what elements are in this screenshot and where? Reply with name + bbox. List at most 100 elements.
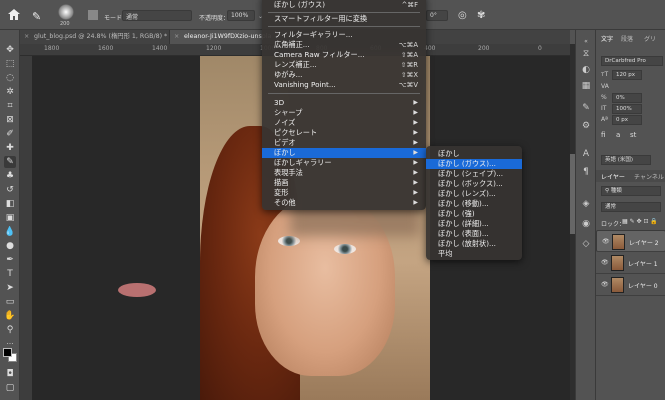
brush-settings-icon[interactable] [88, 10, 98, 20]
clone-stamp-tool-icon[interactable]: ♣ [4, 170, 16, 182]
tracking-field[interactable]: 0% [612, 93, 642, 103]
move-tool-icon[interactable]: ✥ [4, 44, 16, 56]
layer-filter-select[interactable]: ⚲ 種類 [601, 186, 661, 196]
submenu-item-gaussian-blur[interactable]: ぼかし (ガウス)... [426, 159, 522, 169]
eraser-tool-icon[interactable]: ◧ [4, 198, 16, 210]
lasso-tool-icon[interactable]: ◌ [4, 72, 16, 84]
submenu-item-radial-blur[interactable]: ぼかし (放射状)... [426, 239, 522, 249]
gradient-tool-icon[interactable]: ▣ [4, 212, 16, 224]
pen-tool-icon[interactable]: ✒ [4, 254, 16, 266]
menu-item-render[interactable]: 描画 ▶ [262, 178, 426, 188]
submenu-item-motion-blur[interactable]: ぼかし (移動)... [426, 199, 522, 209]
menu-item-sharpen[interactable]: シャープ ▶ [262, 108, 426, 118]
menu-item-liquify[interactable]: ゆがみ... ⇧⌘X [262, 70, 426, 80]
properties-icon[interactable]: ⚙ [580, 120, 592, 132]
tab-glyphs[interactable]: グリ [644, 34, 656, 43]
hand-tool-icon[interactable]: ✋ [4, 310, 16, 322]
tab-layers[interactable]: レイヤー [601, 172, 625, 181]
blend-mode-select[interactable]: 通常 [601, 202, 661, 212]
menu-item-convert-smart-filter[interactable]: スマートフィルター用に変換 [262, 14, 426, 24]
menu-item-video[interactable]: ビデオ ▶ [262, 138, 426, 148]
tab-character[interactable]: 文字 [601, 34, 613, 43]
swatches-icon[interactable]: ▦ [580, 80, 592, 92]
tab-channels[interactable]: チャンネル [634, 172, 664, 181]
quick-mask-icon[interactable]: ◘ [4, 368, 16, 380]
type-tool-icon[interactable]: T [4, 268, 16, 280]
more-tools-icon[interactable]: … [4, 336, 16, 348]
history-icon[interactable]: ⧖ [580, 48, 592, 60]
baseline-shift-field[interactable]: 0 px [612, 115, 642, 125]
brush-tool-icon[interactable]: ✎ [32, 10, 41, 23]
quick-select-tool-icon[interactable]: ✲ [4, 86, 16, 98]
menu-item-blur-gallery[interactable]: ぼかしギャラリー ▶ [262, 158, 426, 168]
submenu-item-shape-blur[interactable]: ぼかし (シェイプ)... [426, 169, 522, 179]
collapse-icon[interactable]: « [580, 36, 592, 48]
shape-tool-icon[interactable]: ▭ [4, 296, 16, 308]
visibility-eye-icon[interactable]: 👁 [601, 259, 609, 266]
menu-item-pixelate[interactable]: ピクセレート ▶ [262, 128, 426, 138]
document-tab[interactable]: × glut_blog.psd @ 24.8% (楕円形 1, RGB/8) * [20, 30, 170, 44]
paths-icon[interactable]: ◇ [580, 238, 592, 250]
brush-settings-icon[interactable]: ✎ [580, 102, 592, 114]
faux-italic-icon[interactable]: fi [601, 131, 605, 139]
paragraph-icon[interactable]: ¶ [580, 166, 592, 178]
ordinal-st-icon[interactable]: st [630, 131, 636, 139]
menu-item-distort[interactable]: 変形 ▶ [262, 188, 426, 198]
foreground-color-swatch[interactable] [3, 348, 12, 357]
frame-tool-icon[interactable]: ⊠ [4, 114, 16, 126]
pressure-size-icon[interactable]: ◎ [458, 10, 467, 21]
close-icon[interactable]: × [24, 30, 29, 44]
layer-row[interactable]: 👁 レイヤー 1 [596, 252, 665, 274]
menu-item-adaptive-wide-angle[interactable]: 広角補正... ⌥⌘A [262, 40, 426, 50]
screen-mode-icon[interactable]: ▢ [4, 382, 16, 394]
submenu-item-blur[interactable]: ぼかし [426, 149, 522, 159]
eyedropper-tool-icon[interactable]: ✐ [4, 128, 16, 140]
menu-item-lens-correction[interactable]: レンズ補正... ⇧⌘R [262, 60, 426, 70]
menu-item-other[interactable]: その他 ▶ [262, 198, 426, 208]
healing-brush-tool-icon[interactable]: ✚ [4, 142, 16, 154]
home-icon[interactable] [8, 9, 20, 20]
vertical-scale-field[interactable]: 100% [612, 104, 642, 114]
zoom-tool-icon[interactable]: ⚲ [4, 324, 16, 336]
menu-item-filter-gallery[interactable]: フィルターギャラリー... [262, 30, 426, 40]
color-icon[interactable]: ◐ [580, 64, 592, 76]
mode-select[interactable]: 通常 [122, 10, 192, 21]
history-brush-tool-icon[interactable]: ↺ [4, 184, 16, 196]
dodge-tool-icon[interactable]: ● [4, 240, 16, 252]
menu-item-gaussian-blur-recent[interactable]: ぼかし (ガウス) ^⌘F [262, 0, 426, 10]
layer-row[interactable]: 👁 レイヤー 2 [596, 230, 665, 252]
font-family-select[interactable]: DrCarbfred Pro [601, 56, 663, 66]
ordinals-icon[interactable]: a [616, 131, 620, 139]
brush-preset-picker[interactable] [58, 4, 74, 20]
font-size-field[interactable]: 120 px [612, 70, 642, 80]
visibility-eye-icon[interactable]: 👁 [602, 238, 610, 245]
blur-tool-icon[interactable]: 💧 [4, 226, 16, 238]
menu-item-3d[interactable]: 3D ▶ [262, 98, 426, 108]
menu-item-camera-raw[interactable]: Camera Raw フィルター... ⇧⌘A [262, 50, 426, 60]
marquee-tool-icon[interactable]: ⬚ [4, 58, 16, 70]
layer-row[interactable]: 👁 レイヤー 0 [596, 274, 665, 296]
menu-item-noise[interactable]: ノイズ ▶ [262, 118, 426, 128]
menu-item-blur[interactable]: ぼかし ▶ [262, 148, 426, 158]
path-select-tool-icon[interactable]: ➤ [4, 282, 16, 294]
close-icon[interactable]: × [174, 30, 179, 44]
angle-field[interactable]: 0° [426, 10, 448, 21]
layers-icon[interactable]: ◈ [580, 198, 592, 210]
crop-tool-icon[interactable]: ⌗ [4, 100, 16, 112]
language-select[interactable]: 英語 (米国) [601, 155, 651, 165]
submenu-item-surface-blur[interactable]: ぼかし (表面)... [426, 229, 522, 239]
submenu-item-blur-more[interactable]: ぼかし (強) [426, 209, 522, 219]
submenu-item-box-blur[interactable]: ぼかし (ボックス)... [426, 179, 522, 189]
lock-icons[interactable]: ▦ ✎ ✥ ⊡ 🔒 [622, 218, 658, 225]
submenu-item-average[interactable]: 平均 [426, 249, 522, 259]
menu-item-stylize[interactable]: 表現手法 ▶ [262, 168, 426, 178]
character-icon[interactable]: A [580, 148, 592, 160]
menu-item-vanishing-point[interactable]: Vanishing Point... ⌥⌘V [262, 80, 426, 90]
brush-tool-icon[interactable]: ✎ [4, 156, 16, 168]
submenu-item-smart-blur[interactable]: ぼかし (詳細)... [426, 219, 522, 229]
visibility-eye-icon[interactable]: 👁 [601, 281, 609, 288]
symmetry-icon[interactable]: ✾ [477, 10, 485, 21]
submenu-item-lens-blur[interactable]: ぼかし (レンズ)... [426, 189, 522, 199]
opacity-field[interactable]: 100% [227, 10, 255, 21]
tab-paragraph[interactable]: 段落 [621, 34, 633, 43]
